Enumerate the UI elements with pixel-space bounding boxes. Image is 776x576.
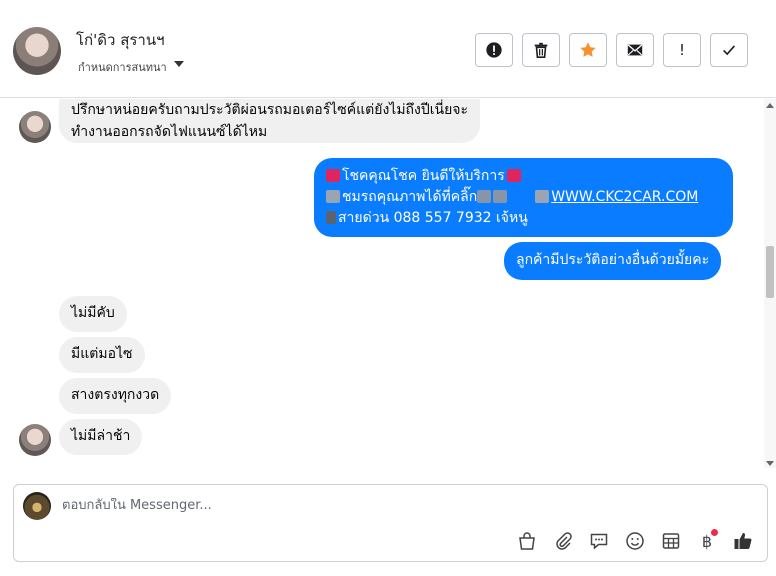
message-line: โชคคุณโชค ยินดีให้บริการ <box>342 168 505 184</box>
mark-done-button[interactable] <box>710 33 748 67</box>
outgoing-message[interactable]: ลูกค้ามีประวัติอย่างอื่นด้วยมั้ยคะ <box>504 242 722 280</box>
conversation-header: โก่'ดิว สุรานฯ กำหนดการสนทนา ! <box>0 0 776 98</box>
down-arrow-emoji-icon <box>477 190 492 203</box>
message-thread: ปรึกษาหน่อยครับถามประวัติผ่อนรถมอเตอร์ไซ… <box>0 99 764 468</box>
emoji-icon <box>626 532 644 550</box>
attach-button[interactable] <box>551 529 575 553</box>
scroll-thumb[interactable] <box>766 246 774 298</box>
down-arrow-emoji-icon <box>493 190 508 203</box>
delete-button[interactable] <box>522 33 560 67</box>
exclamation-icon: ! <box>678 41 685 59</box>
incoming-message[interactable]: มีแต่มอไซ <box>59 337 145 373</box>
red-x-emoji-icon <box>506 169 521 182</box>
incoming-message[interactable]: ไม่มีคับ <box>59 296 127 332</box>
scroll-down-arrow-icon[interactable] <box>766 461 774 466</box>
star-icon <box>580 42 596 57</box>
page-avatar <box>23 492 51 520</box>
reply-composer: ฿ <box>13 484 768 562</box>
saved-reply-icon <box>590 533 608 550</box>
alert-circle-icon <box>486 42 502 58</box>
like-icon <box>734 533 752 549</box>
assign-conversation-label[interactable]: กำหนดการสนทนา <box>78 58 167 76</box>
incoming-message[interactable]: ปรึกษาหน่อยครับถามประวัติผ่อนรถมอเตอร์ไซ… <box>59 99 481 143</box>
emoji-button[interactable] <box>623 529 647 553</box>
scroll-up-arrow-icon[interactable] <box>766 103 774 108</box>
trash-icon <box>534 42 548 59</box>
play-emoji-icon <box>326 190 340 203</box>
payment-button[interactable]: ฿ <box>695 529 719 553</box>
spam-button[interactable] <box>475 33 513 67</box>
check-icon <box>723 45 736 56</box>
paperclip-icon <box>556 532 572 550</box>
message-line: ทำงานออกรถจัดไฟแนนซ์ได้ไหม <box>71 124 268 140</box>
composer-tools: ฿ <box>515 529 755 553</box>
chat-scrollbar[interactable] <box>764 99 776 468</box>
follow-up-button[interactable]: ! <box>663 33 701 67</box>
envelope-icon <box>627 44 643 56</box>
contact-name[interactable]: โก่'ดิว สุรานฯ <box>76 28 165 52</box>
red-x-emoji-icon <box>326 169 340 182</box>
website-link[interactable]: WWW.CKC2CAR.COM <box>551 189 698 205</box>
incoming-message[interactable]: ไม่มีล่าช้า <box>59 419 143 455</box>
contact-avatar-small <box>19 111 51 143</box>
bag-icon <box>519 532 535 550</box>
message-line: ชมรถคุณภาพได้ที่คลิ๊ก <box>342 189 478 205</box>
contact-avatar-small <box>19 424 51 456</box>
play-emoji-icon <box>535 190 550 203</box>
outgoing-message[interactable]: โชคคุณโชค ยินดีให้บริการ ชมรถคุณภาพได้ที… <box>314 158 733 237</box>
message-line: สายด่วน 088 557 7932 เจ้หนู <box>338 210 528 226</box>
message-line: ปรึกษาหน่อยครับถามประวัติผ่อนรถมอเตอร์ไซ… <box>71 102 469 118</box>
contact-avatar[interactable] <box>13 27 61 75</box>
appointment-button[interactable] <box>659 529 683 553</box>
saved-reply-button[interactable] <box>587 529 611 553</box>
reply-input[interactable] <box>62 498 662 513</box>
like-button[interactable] <box>731 529 755 553</box>
table-icon <box>662 533 680 549</box>
header-actions: ! <box>475 33 748 67</box>
mark-unread-button[interactable] <box>616 33 654 67</box>
phone-emoji-icon <box>326 211 336 224</box>
star-button[interactable] <box>569 33 607 67</box>
bag-button[interactable] <box>515 529 539 553</box>
incoming-message[interactable]: สางตรงทุกงวด <box>59 378 172 414</box>
caret-down-icon[interactable] <box>174 61 184 67</box>
notification-dot <box>711 529 718 536</box>
